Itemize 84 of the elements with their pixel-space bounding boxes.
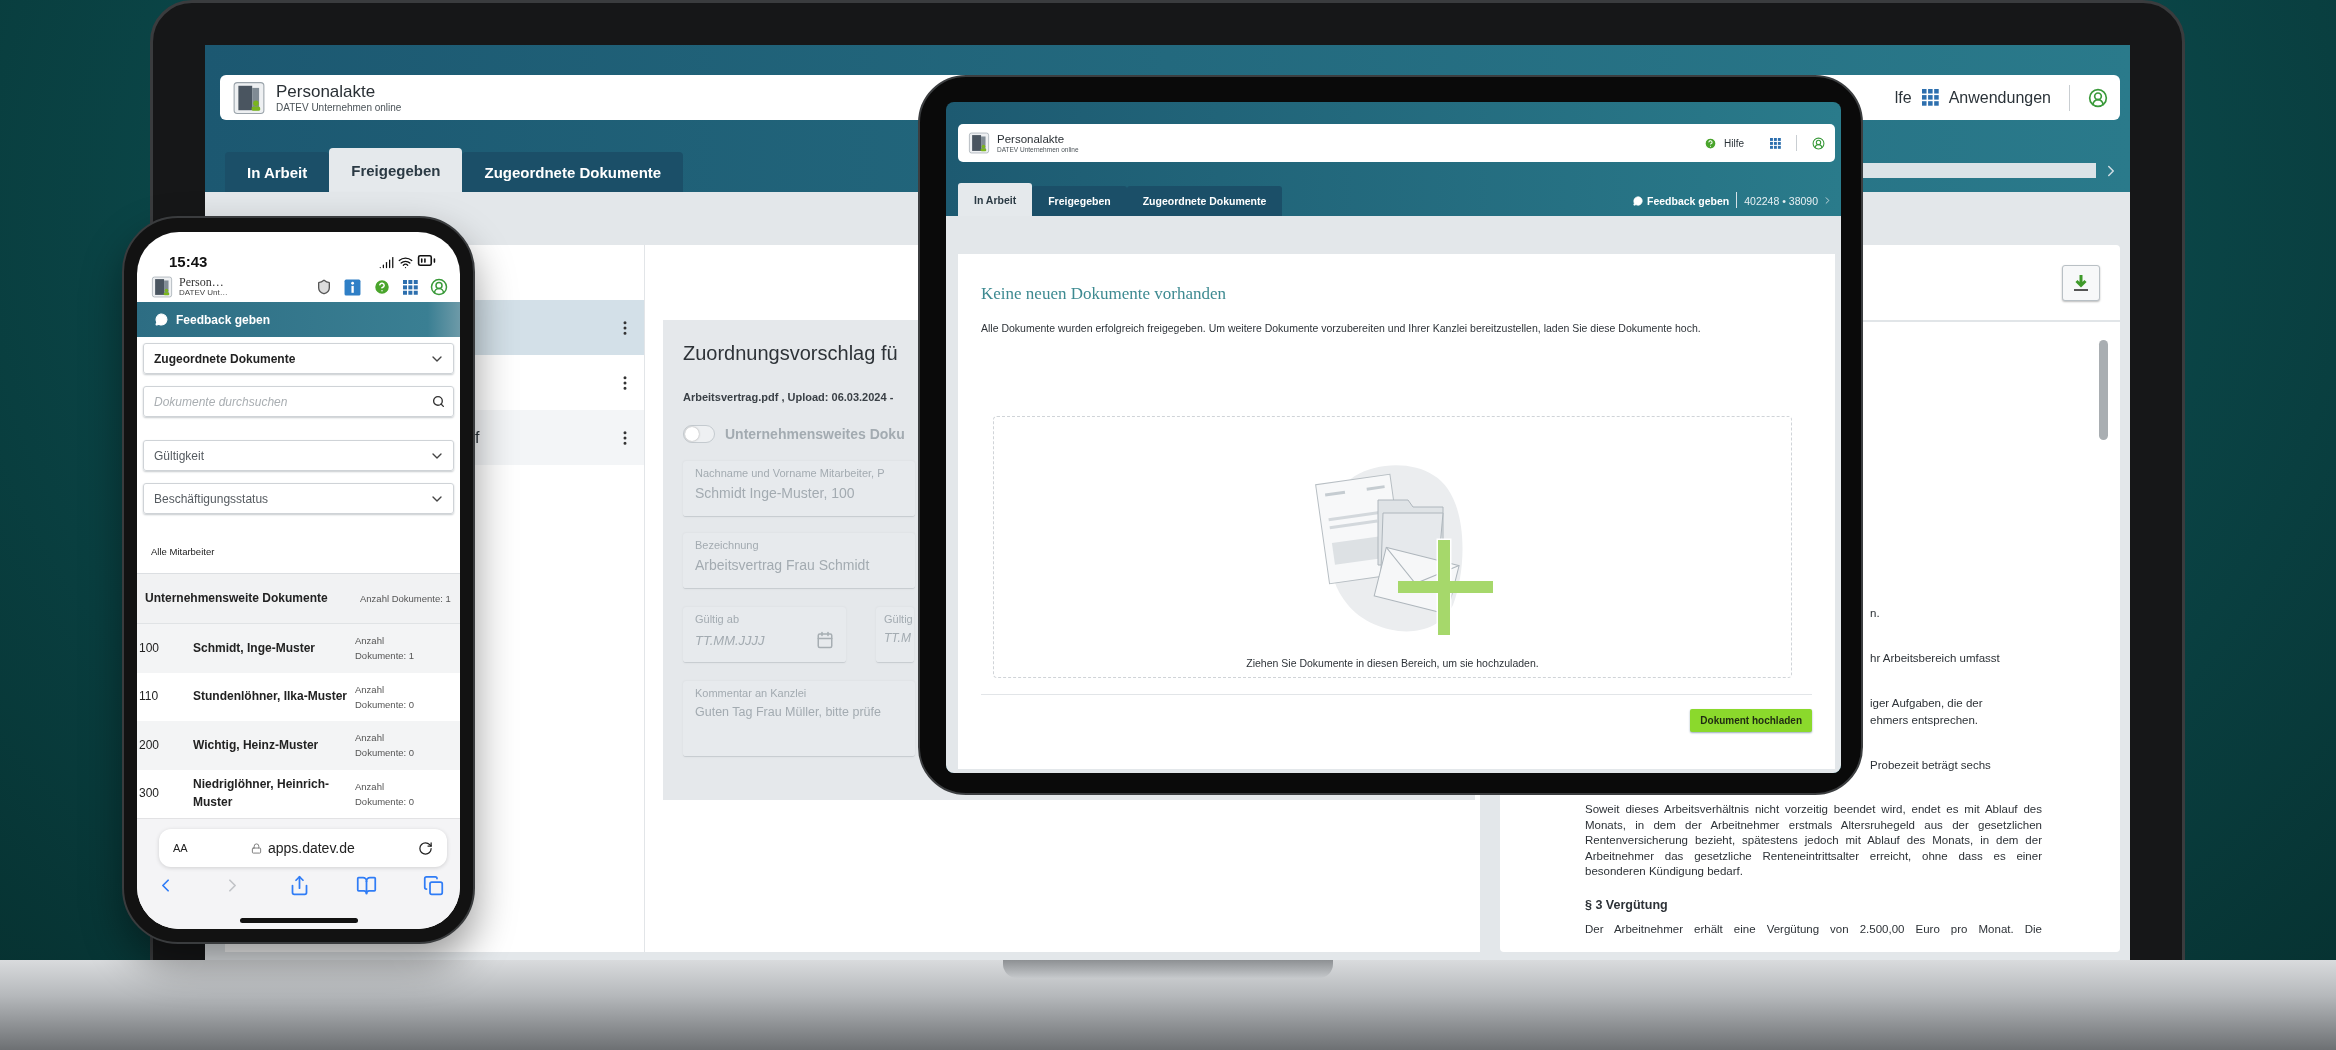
document-text: Probezeit beträgt sechs bbox=[1870, 758, 1992, 773]
table-cell-text: Schmidt, Inge-Muster bbox=[193, 639, 316, 657]
grid-icon[interactable] bbox=[1770, 137, 1781, 149]
speech-bubble-icon bbox=[1632, 196, 1643, 206]
reload-icon[interactable] bbox=[418, 840, 433, 856]
tab[interactable]: In Arbeit bbox=[958, 183, 1033, 216]
table-cell-text: Stundenlöhner, Ilka-Muster bbox=[193, 688, 349, 706]
info-icon[interactable] bbox=[344, 278, 361, 296]
share-icon[interactable] bbox=[289, 875, 310, 896]
drop-zone[interactable]: Ziehen Sie Dokumente in diesen Bereich, um sie hochzuladen. bbox=[993, 416, 1792, 678]
dropdown[interactable]: Beschäftigungsstatus bbox=[143, 483, 454, 514]
download-button[interactable] bbox=[2062, 264, 2100, 301]
form-title: Zuordnungsvorschlag fü bbox=[683, 342, 899, 365]
signal-icon bbox=[379, 255, 394, 270]
table-header: Anzahl Dokumente: 1 bbox=[360, 591, 452, 606]
search-icon bbox=[432, 395, 445, 408]
url-text: apps.datev.de bbox=[267, 840, 355, 856]
document-text: Der Arbeitnehmer erhält eine Vergütung von 2.500,00 Euro pro Monat. Die bbox=[1585, 921, 2042, 937]
account-number: 402248 • 38090 bbox=[1744, 195, 1818, 207]
tab[interactable]: Zugeordnete Dokumente bbox=[1126, 186, 1283, 216]
grid-icon[interactable] bbox=[1921, 89, 1939, 106]
tab[interactable]: Zugeordnete Dokumente bbox=[462, 152, 684, 192]
list-caption: Alle Mitarbeiter bbox=[151, 546, 216, 557]
app-subtitle: DATEV Unternehmen online bbox=[276, 101, 402, 113]
document-text: hr Arbeitsbereich umfasst bbox=[1870, 651, 2001, 666]
tab[interactable]: Freigegeben bbox=[329, 148, 463, 192]
speech-bubble-icon bbox=[155, 313, 168, 326]
tab[interactable]: In Arbeit bbox=[225, 152, 330, 192]
document-paragraph: Soweit dieses Arbeitsverhältnis nicht vorzeitig beendet wird, endet es mit Ablauf des Monats, in dem der Arbeitnehmer erstmals Altersruhegeld aus der gesetzlichen Rentenversicherung bezieht, spätestens jedoch mit Ablauf des Monats, in dem der Arbeitnehmer das gesetzliche Renteneintrittsalter erreicht, ohne dass es einer besonderen Kündigung bedarf. bbox=[1585, 802, 2042, 879]
table-cell-text: 200 bbox=[139, 736, 161, 754]
table-cell-text: Anzahl Dokumente: 1 bbox=[355, 634, 416, 664]
employee-row[interactable]: 100 Schmidt, Inge-Muster Anzahl Dokumente: 1 bbox=[137, 624, 460, 673]
scrollbar-thumb[interactable] bbox=[2099, 340, 2108, 440]
document-text: n. bbox=[1870, 606, 1881, 621]
document-text: ehmers entsprechen. bbox=[1870, 713, 1980, 728]
upload-button[interactable]: Dokument hochladen bbox=[1690, 709, 1812, 732]
table-header: Unternehmensweite Dokumente bbox=[145, 589, 329, 607]
grid-icon[interactable] bbox=[403, 279, 418, 295]
app-title: Personalakte bbox=[276, 81, 377, 102]
bookmarks-icon[interactable] bbox=[356, 875, 377, 896]
feedback-link[interactable]: Feedback geben bbox=[1632, 195, 1730, 207]
table-cell-text: 100 bbox=[139, 639, 161, 657]
apps-link[interactable]: Anwendungen bbox=[1948, 88, 2051, 107]
app-title: Person… bbox=[179, 276, 225, 289]
dropdown[interactable]: Gültigkeit bbox=[143, 440, 454, 471]
table-cell-text: Niedriglöhner, Heinrich-Muster bbox=[193, 776, 331, 811]
text-size-button[interactable]: AA bbox=[173, 842, 188, 854]
table-cell-text: Anzahl Dokumente: 0 bbox=[355, 682, 416, 712]
shield-icon[interactable] bbox=[316, 279, 332, 295]
tabs-icon[interactable] bbox=[423, 875, 444, 896]
drop-hint: Ziehen Sie Dokumente in diesen Bereich, um sie hochzuladen. bbox=[1246, 657, 1539, 669]
empty-state-message: Alle Dokumente wurden erfolgreich freigegeben. Um weitere Dokumente vorzubereiten und Ihrer Kanzlei bereitzustellen, laden Sie diese Dokumente hoch. bbox=[981, 322, 1702, 334]
table-cell-text: Anzahl Dokumente: 0 bbox=[355, 779, 416, 809]
employee-row[interactable]: 200 Wichtig, Heinz-Muster Anzahl Dokumente: 0 bbox=[137, 721, 460, 770]
user-icon[interactable] bbox=[1812, 136, 1825, 150]
feedback-button[interactable]: Feedback geben bbox=[137, 302, 460, 337]
dropdown[interactable]: Zugeordnete Dokumente bbox=[143, 343, 454, 374]
table-cell-text: 110 bbox=[139, 688, 160, 706]
table-cell-text: Wichtig, Heinz-Muster bbox=[193, 736, 320, 754]
help-icon[interactable] bbox=[373, 278, 391, 296]
table-cell-text: 300 bbox=[139, 785, 161, 803]
help-link[interactable]: Hilfe bbox=[1724, 137, 1744, 149]
binder-icon bbox=[968, 132, 990, 154]
document-text: iger Aufgaben, die der bbox=[1870, 696, 1984, 711]
tab[interactable]: Freigegeben bbox=[1032, 186, 1127, 216]
user-icon[interactable] bbox=[2088, 87, 2108, 108]
empty-state-heading: Keine neuen Dokumente vorhanden bbox=[981, 284, 1227, 304]
download-icon[interactable] bbox=[2073, 273, 2089, 292]
document-name: f bbox=[475, 428, 480, 447]
section-heading: § 3 Vergütung bbox=[1585, 897, 1669, 912]
app-title: Personalakte bbox=[997, 132, 1066, 146]
table-cell-text: Anzahl Dokumente: 0 bbox=[355, 731, 416, 761]
binder-icon bbox=[232, 80, 266, 115]
lock-icon bbox=[250, 842, 262, 854]
status-time: 15:43 bbox=[169, 253, 208, 270]
file-info: Arbeitsvertrag.pdf , Upload: 06.03.2024 - bbox=[683, 391, 895, 403]
wifi-icon bbox=[398, 255, 413, 270]
help-link[interactable]: lfe bbox=[1894, 88, 1912, 107]
user-icon[interactable] bbox=[430, 278, 448, 296]
help-icon[interactable] bbox=[1704, 136, 1717, 150]
binder-icon bbox=[151, 276, 173, 298]
toggle-label: Unternehmensweites Doku bbox=[725, 426, 905, 442]
app-subtitle: DATEV Unt… bbox=[179, 288, 228, 298]
address-bar[interactable]: AA apps.datev.de bbox=[159, 829, 447, 867]
